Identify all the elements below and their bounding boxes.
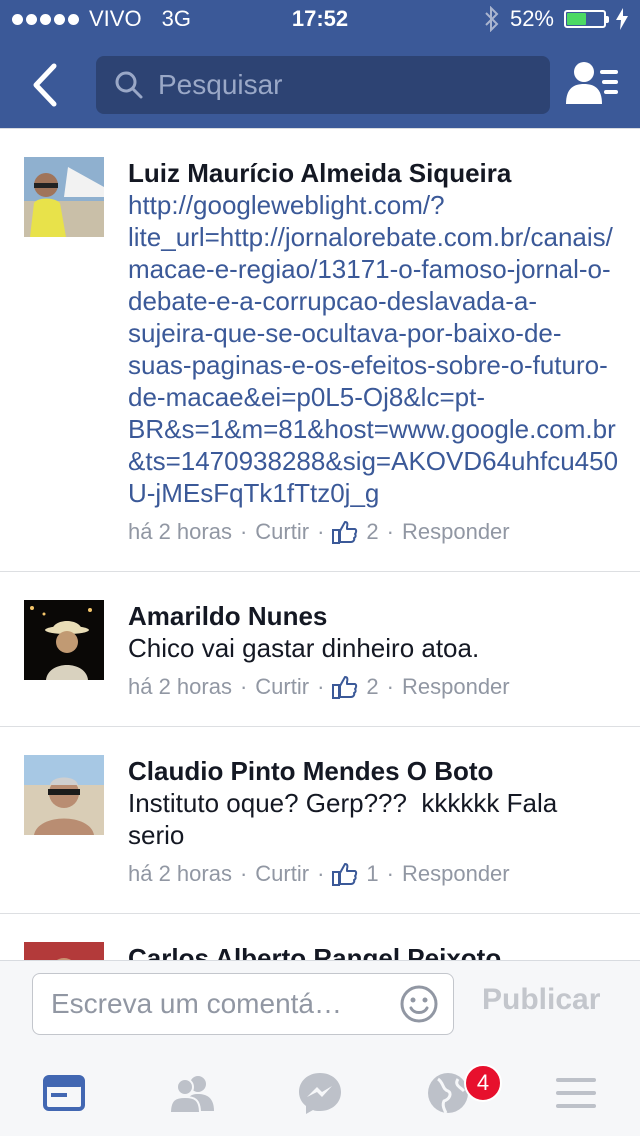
comment-item: Claudio Pinto Mendes O Boto Instituto oq… xyxy=(0,727,640,914)
like-count: 1 xyxy=(366,861,379,886)
comments-list[interactable]: Luiz Maurício Almeida Siqueira http://go… xyxy=(0,128,640,961)
status-right: 52% xyxy=(484,6,628,32)
smiley-icon[interactable] xyxy=(399,984,439,1024)
tab-bar xyxy=(0,1049,640,1136)
comment-item: Carlos Alberto Rangel Peixoto xyxy=(0,914,640,961)
comment-time[interactable]: há 2 horas xyxy=(128,674,232,700)
thumbs-up-icon[interactable] xyxy=(332,519,358,545)
status-bar: VIVO 3G 17:52 52% xyxy=(0,0,640,40)
menu-tab-icon[interactable] xyxy=(552,1069,600,1117)
comment-author[interactable]: Carlos Alberto Rangel Peixoto xyxy=(128,942,620,961)
messenger-tab-icon[interactable] xyxy=(296,1069,344,1117)
avatar[interactable] xyxy=(24,157,104,237)
comment-author[interactable]: Luiz Maurício Almeida Siqueira xyxy=(128,157,620,189)
reply-button[interactable]: Responder xyxy=(402,674,510,700)
like-button[interactable]: Curtir xyxy=(255,519,309,545)
thumbs-up-icon[interactable] xyxy=(332,674,358,700)
comment-text: Instituto oque? Gerp??? kkkkkk Fala seri… xyxy=(128,788,565,850)
comment-item: Amarildo Nunes Chico vai gastar dinheiro… xyxy=(0,572,640,727)
avatar[interactable] xyxy=(24,942,104,961)
comment-item: Luiz Maurício Almeida Siqueira http://go… xyxy=(0,129,640,572)
battery-fill xyxy=(567,13,586,25)
avatar[interactable] xyxy=(24,600,104,680)
battery-percent: 52% xyxy=(509,6,554,31)
battery-icon xyxy=(564,10,609,28)
like-count: 2 xyxy=(366,674,379,699)
reply-button[interactable]: Responder xyxy=(402,519,510,545)
like-button[interactable]: Curtir xyxy=(255,861,309,887)
comment-author[interactable]: Amarildo Nunes xyxy=(128,600,620,632)
publish-button[interactable]: Publicar xyxy=(482,983,600,1017)
comment-link[interactable]: http://googleweblight.com/?lite_url=http… xyxy=(128,189,620,509)
like-count: 2 xyxy=(366,519,379,544)
comment-input-box[interactable] xyxy=(32,973,454,1035)
comment-meta: há 2 horas · Curtir · 2 · Responder xyxy=(128,519,510,545)
news-feed-tab-icon[interactable] xyxy=(40,1069,88,1117)
friends-tab-icon[interactable] xyxy=(168,1069,216,1117)
friend-requests-icon[interactable] xyxy=(564,60,620,108)
charging-icon xyxy=(616,8,628,30)
comment-input[interactable] xyxy=(49,987,393,1021)
comment-meta: há 2 horas · Curtir · 2 · Responder xyxy=(128,674,510,700)
bluetooth-icon xyxy=(485,6,499,32)
comment-time[interactable]: há 2 horas xyxy=(128,519,232,545)
comment-composer: Publicar xyxy=(0,960,640,1050)
comment-text: Chico vai gastar dinheiro atoa. xyxy=(128,633,480,663)
comment-meta: há 2 horas · Curtir · 1 · Responder xyxy=(128,861,510,887)
notifications-badge: 4 xyxy=(464,1064,502,1102)
search-icon xyxy=(115,71,143,99)
avatar[interactable] xyxy=(24,755,104,835)
comment-time[interactable]: há 2 horas xyxy=(128,861,232,887)
back-chevron-icon[interactable] xyxy=(22,60,72,110)
top-bar: VIVO 3G 17:52 52% xyxy=(0,0,640,128)
thumbs-up-icon[interactable] xyxy=(332,861,358,887)
like-button[interactable]: Curtir xyxy=(255,674,309,700)
comment-author[interactable]: Claudio Pinto Mendes O Boto xyxy=(128,755,620,787)
search-box[interactable] xyxy=(96,56,550,114)
search-input[interactable] xyxy=(156,68,520,102)
reply-button[interactable]: Responder xyxy=(402,861,510,887)
